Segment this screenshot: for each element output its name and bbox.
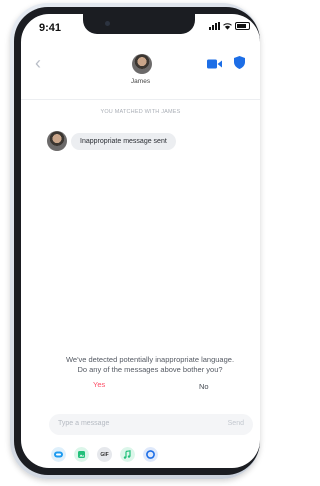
message-composer[interactable]: Type a message Send <box>49 414 253 435</box>
phone-frame: 9:41 ‹ James YOU MATCHED WITH JAMES Inap… <box>10 3 260 479</box>
back-icon[interactable]: ‹ <box>35 54 41 72</box>
send-button[interactable]: Send <box>228 420 244 427</box>
shield-icon[interactable] <box>234 56 245 69</box>
match-name[interactable]: James <box>21 78 260 85</box>
no-button[interactable]: No <box>199 382 209 391</box>
status-time: 9:41 <box>39 22 62 34</box>
music-icon[interactable] <box>120 447 135 462</box>
header-divider <box>21 99 260 100</box>
phone-bezel: 9:41 ‹ James YOU MATCHED WITH JAMES Inap… <box>14 7 260 475</box>
app-screen: 9:41 ‹ James YOU MATCHED WITH JAMES Inap… <box>21 14 260 468</box>
sticker-icon[interactable] <box>51 447 66 462</box>
status-icons <box>209 21 250 31</box>
battery-icon <box>235 22 250 30</box>
notch <box>83 14 195 34</box>
prompt-line-2: Do any of the messages above bother you? <box>77 365 223 374</box>
video-icon[interactable] <box>207 59 222 69</box>
moderation-prompt: We've detected potentially inappropriate… <box>41 355 259 375</box>
chat-header: ‹ James <box>21 42 260 94</box>
message-row: Inappropriate message sent <box>47 131 176 151</box>
match-label: YOU MATCHED WITH JAMES <box>100 109 181 115</box>
message-bubble[interactable]: Inappropriate message sent <box>71 132 176 150</box>
wifi-icon <box>223 22 232 30</box>
avatar <box>132 54 152 74</box>
gif-icon[interactable]: GIF <box>97 447 112 462</box>
sender-avatar[interactable] <box>47 131 67 151</box>
match-avatar[interactable] <box>132 54 152 74</box>
signal-icon <box>209 22 220 30</box>
loop-icon[interactable] <box>143 447 158 462</box>
camera-dot <box>105 21 110 26</box>
prompt-line-1: We've detected potentially inappropriate… <box>65 355 235 364</box>
composer-toolbar: GIF <box>51 447 158 462</box>
message-input[interactable]: Type a message <box>58 420 109 427</box>
media-icon[interactable] <box>74 447 89 462</box>
yes-button[interactable]: Yes <box>93 380 105 389</box>
